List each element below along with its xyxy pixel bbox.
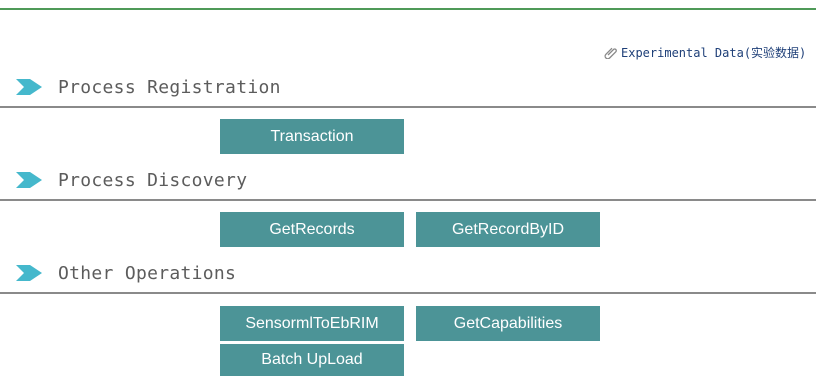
get-capabilities-button[interactable]: GetCapabilities xyxy=(416,306,600,341)
experimental-data-label: Experimental Data(实验数据) xyxy=(621,45,807,60)
paperclip-icon xyxy=(604,47,617,59)
section-title: Process Registration xyxy=(58,76,281,98)
top-green-rule xyxy=(0,8,816,10)
chevron-right-icon xyxy=(16,79,42,95)
section-process-registration: Process Registration xyxy=(16,74,816,100)
chevron-right-icon xyxy=(16,265,42,281)
section-other-operations: Other Operations xyxy=(16,260,816,286)
section-process-discovery: Process Discovery xyxy=(16,167,816,193)
section-divider xyxy=(0,199,816,201)
section-divider xyxy=(0,106,816,108)
chevron-right-icon xyxy=(16,172,42,188)
batch-upload-button[interactable]: Batch UpLoad xyxy=(220,344,404,376)
transaction-button[interactable]: Transaction xyxy=(220,119,404,154)
get-record-by-id-button[interactable]: GetRecordByID xyxy=(416,212,600,247)
get-records-button[interactable]: GetRecords xyxy=(220,212,404,247)
section-title: Process Discovery xyxy=(58,169,248,191)
experimental-data-link[interactable]: Experimental Data(实验数据) xyxy=(604,43,806,61)
sensorml-to-ebrim-button[interactable]: SensormlToEbRIM xyxy=(220,306,404,341)
section-title: Other Operations xyxy=(58,262,237,284)
section-divider xyxy=(0,292,816,294)
